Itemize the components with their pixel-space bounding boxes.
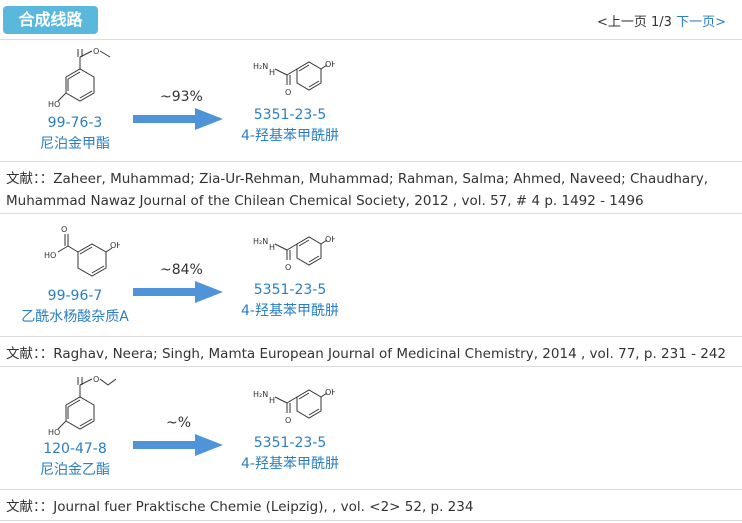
reference-label: 文献：	[6, 171, 40, 187]
product-name-link[interactable]: 4-羟基苯甲酰肼	[228, 453, 352, 475]
svg-text:O: O	[93, 375, 99, 384]
reaction-arrow-icon	[133, 281, 223, 303]
svg-text:H₂N: H₂N	[253, 390, 268, 399]
reactant-name-link[interactable]: 乙酰水杨酸杂质A	[8, 306, 142, 328]
reference-text: ：Zaheer, Muhammad; Zia-Ur-Rehman, Muhamm…	[6, 171, 709, 209]
svg-text:HO: HO	[48, 428, 60, 437]
product-cas-link[interactable]: 5351-23-5	[228, 105, 352, 125]
structure-methyl-paraben-icon: HO O	[48, 47, 111, 109]
reactant-cas-link[interactable]: 99-76-3	[15, 113, 135, 133]
section-header: 合成线路 <上一页 1/3 下一页>	[0, 0, 742, 40]
svg-text:OH: OH	[325, 235, 335, 244]
reactant-cas-link[interactable]: 99-96-7	[8, 286, 142, 306]
svg-text:OH: OH	[110, 241, 120, 250]
reference-label: 文献：	[6, 499, 40, 515]
reaction-yield: ~%	[166, 415, 192, 431]
reactant-name-link[interactable]: 尼泊金甲酯	[15, 133, 135, 155]
product-name-link[interactable]: 4-羟基苯甲酰肼	[228, 300, 352, 322]
page-indicator: 1/3	[651, 15, 672, 30]
structure-hydroxybenzohydrazide-icon: H₂N H O OH	[253, 235, 335, 272]
section-title: 合成线路	[3, 6, 98, 34]
product-1[interactable]: H₂N H O OH 5351-23-5 4-羟基苯甲酰肼	[228, 45, 352, 147]
svg-text:HO: HO	[44, 251, 56, 260]
product-cas-link[interactable]: 5351-23-5	[228, 280, 352, 300]
structure-ethyl-paraben-icon: HO O	[48, 375, 117, 437]
reference-text: ：Raghav, Neera; Singh, Mamta European Jo…	[39, 346, 727, 362]
reaction-arrow-icon	[133, 108, 223, 130]
reference-label: 文献：	[6, 346, 40, 362]
reactant-cas-link[interactable]: 120-47-8	[15, 439, 135, 459]
structure-hydroxybenzoic-acid-icon: O HO OH	[44, 225, 120, 277]
reaction-yield: ~84%	[160, 262, 203, 278]
literature-reference-2: 文献：：Raghav, Neera; Singh, Mamta European…	[0, 336, 742, 367]
reaction-arrow-icon	[133, 434, 223, 456]
structure-hydroxybenzohydrazide-icon: H₂N H O OH	[253, 388, 335, 425]
reactant-3[interactable]: HO O 120-47-8 尼泊金乙酯	[15, 373, 135, 481]
product-3[interactable]: H₂N H O OH 5351-23-5 4-羟基苯甲酰肼	[228, 373, 352, 475]
svg-text:O: O	[285, 88, 291, 97]
svg-text:H₂N: H₂N	[253, 237, 268, 246]
svg-text:O: O	[285, 263, 291, 272]
product-2[interactable]: H₂N H O OH 5351-23-5 4-羟基苯甲酰肼	[228, 220, 352, 322]
svg-text:H₂N: H₂N	[253, 62, 268, 71]
literature-reference-1: 文献：：Zaheer, Muhammad; Zia-Ur-Rehman, Muh…	[0, 161, 742, 214]
svg-text:O: O	[285, 416, 291, 425]
synthesis-route-2: O HO OH 99-96-7 乙酰水杨酸杂质A ~84% H₂N H O OH…	[0, 214, 742, 336]
synthesis-route-1: HO O 99-76-3 尼泊金甲酯 ~93% H₂N H O OH 5351-…	[0, 41, 742, 161]
svg-text:OH: OH	[325, 60, 335, 69]
svg-text:HO: HO	[48, 100, 60, 109]
reactant-2[interactable]: O HO OH 99-96-7 乙酰水杨酸杂质A	[8, 220, 142, 328]
reactant-name-link[interactable]: 尼泊金乙酯	[15, 459, 135, 481]
svg-text:H: H	[269, 396, 275, 405]
svg-text:O: O	[93, 47, 99, 56]
next-page-link[interactable]: 下一页>	[676, 15, 726, 30]
prev-page-label[interactable]: <上一页	[597, 15, 647, 30]
literature-reference-3: 文献：：Journal fuer Praktische Chemie (Leip…	[0, 489, 742, 521]
reaction-yield: ~93%	[160, 89, 203, 105]
svg-text:H: H	[269, 243, 275, 252]
reference-text: ：Journal fuer Praktische Chemie (Leipzig…	[39, 499, 474, 515]
svg-text:O: O	[61, 225, 67, 234]
svg-text:H: H	[269, 68, 275, 77]
pagination: <上一页 1/3 下一页>	[597, 11, 726, 30]
product-name-link[interactable]: 4-羟基苯甲酰肼	[228, 125, 352, 147]
structure-hydroxybenzohydrazide-icon: H₂N H O OH	[253, 60, 335, 97]
synthesis-route-3: HO O 120-47-8 尼泊金乙酯 ~% H₂N H O OH 5351-2…	[0, 367, 742, 489]
reactant-1[interactable]: HO O 99-76-3 尼泊金甲酯	[15, 45, 135, 155]
svg-text:OH: OH	[325, 388, 335, 397]
product-cas-link[interactable]: 5351-23-5	[228, 433, 352, 453]
